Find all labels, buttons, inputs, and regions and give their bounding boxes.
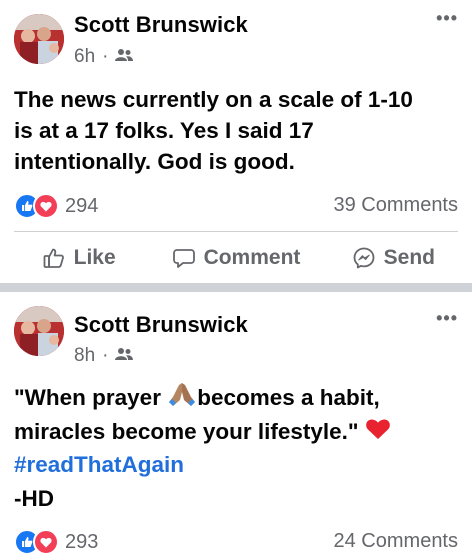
post-1: Scott Brunswick 6h · ••• The news curren… — [0, 0, 472, 283]
post-separator — [0, 283, 472, 292]
author-avatar[interactable] — [14, 306, 64, 356]
post-text: The news currently on a scale of 1-10 is… — [14, 84, 458, 177]
divider — [14, 231, 458, 232]
post-text: "When prayer becomes a habit, miracles b… — [14, 380, 458, 514]
friends-icon — [115, 46, 134, 68]
comment-button[interactable]: Comment — [157, 246, 314, 270]
red-heart-emoji-icon — [365, 417, 391, 449]
messenger-icon — [352, 246, 376, 270]
comment-icon — [172, 246, 196, 270]
send-button[interactable]: Send — [315, 246, 472, 270]
more-options-icon[interactable]: ••• — [436, 8, 458, 29]
hashtag-link[interactable]: #readThatAgain — [14, 449, 458, 480]
more-options-icon[interactable]: ••• — [436, 308, 458, 329]
praying-hands-emoji-icon — [167, 380, 197, 416]
post-actions-bar: Like Comment Send — [0, 236, 472, 280]
friends-icon — [115, 345, 134, 367]
post-text-segment: becomes a habit, — [197, 385, 380, 410]
comment-label: Comment — [203, 246, 301, 269]
post-meta: 6h · — [74, 46, 134, 68]
reaction-icons — [14, 193, 59, 219]
thumbs-up-icon — [42, 246, 66, 270]
author-avatar[interactable] — [14, 14, 64, 64]
like-button[interactable]: Like — [0, 246, 157, 270]
author-name[interactable]: Scott Brunswick — [74, 12, 248, 38]
comments-count[interactable]: 39 Comments — [334, 194, 459, 217]
post-time[interactable]: 6h — [74, 46, 95, 68]
post-text-line: miracles become your lifestyle." — [14, 416, 458, 449]
reaction-icons — [14, 529, 59, 555]
post-signature: -HD — [14, 486, 54, 512]
post-text-line: "When prayer becomes a habit, — [14, 380, 458, 416]
post-time[interactable]: 8h — [74, 345, 95, 367]
love-reaction-icon — [33, 193, 59, 219]
post-text-segment: "When prayer — [14, 385, 161, 410]
comments-count[interactable]: 24 Comments — [334, 530, 459, 553]
reaction-count: 294 — [65, 194, 99, 217]
love-reaction-icon — [33, 529, 59, 555]
reaction-count: 293 — [65, 530, 99, 553]
post-text-line: The news currently on a scale of 1-10 — [14, 87, 413, 112]
post-text-line: is at a 17 folks. Yes I said 17 — [14, 118, 314, 143]
author-name[interactable]: Scott Brunswick — [74, 312, 248, 338]
meta-separator: · — [102, 46, 109, 67]
like-label: Like — [73, 246, 116, 269]
reactions-summary[interactable]: 294 — [14, 193, 98, 219]
post-meta: 8h · — [74, 345, 134, 367]
post-text-segment: miracles become your lifestyle." — [14, 419, 359, 444]
post-text-line: intentionally. God is good. — [14, 149, 295, 174]
send-label: Send — [383, 246, 435, 269]
reactions-summary[interactable]: 293 — [14, 529, 98, 555]
post-2: Scott Brunswick 8h · ••• "When prayer be… — [0, 292, 472, 555]
meta-separator: · — [102, 345, 109, 366]
